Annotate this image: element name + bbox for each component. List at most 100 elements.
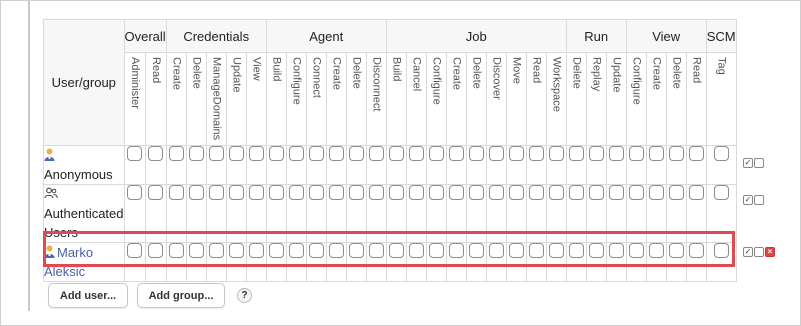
permission-checkbox[interactable]	[168, 185, 184, 200]
permission-checkbox[interactable]	[668, 243, 684, 258]
permission-checkbox[interactable]	[248, 185, 264, 200]
permission-checkbox[interactable]	[528, 185, 544, 200]
permission-checkbox[interactable]	[548, 243, 564, 258]
permission-checkbox[interactable]	[288, 243, 304, 258]
permission-checkbox[interactable]	[688, 243, 704, 258]
permission-checkbox[interactable]	[488, 185, 504, 200]
permission-checkbox[interactable]	[528, 243, 544, 258]
permission-checkbox[interactable]	[448, 146, 464, 161]
permission-checkbox[interactable]	[148, 243, 164, 258]
permission-checkbox[interactable]	[127, 146, 143, 161]
permission-checkbox[interactable]	[568, 243, 584, 258]
permission-checkbox[interactable]	[308, 243, 324, 258]
permission-checkbox[interactable]	[608, 185, 624, 200]
permission-checkbox[interactable]	[648, 185, 664, 200]
permission-checkbox[interactable]	[127, 243, 143, 258]
permission-checkbox[interactable]	[328, 243, 344, 258]
permission-checkbox[interactable]	[148, 146, 164, 161]
permission-checkbox[interactable]	[588, 185, 604, 200]
permission-checkbox[interactable]	[388, 185, 404, 200]
permission-checkbox[interactable]	[168, 243, 184, 258]
permission-checkbox[interactable]	[228, 146, 244, 161]
permission-checkbox[interactable]	[288, 185, 304, 200]
permission-checkbox[interactable]	[368, 146, 384, 161]
select-all-icon[interactable]: ✓	[743, 194, 753, 205]
permission-checkbox[interactable]	[628, 146, 644, 161]
permission-checkbox[interactable]	[588, 146, 604, 161]
permission-checkbox[interactable]	[288, 146, 304, 161]
delete-icon[interactable]: ×	[765, 246, 775, 257]
permission-checkbox[interactable]	[408, 185, 424, 200]
permission-checkbox[interactable]	[468, 243, 484, 258]
permission-checkbox[interactable]	[688, 146, 704, 161]
permission-checkbox[interactable]	[608, 146, 624, 161]
permission-checkbox[interactable]	[508, 146, 524, 161]
unselect-all-icon[interactable]	[754, 157, 764, 168]
permission-checkbox[interactable]	[328, 185, 344, 200]
permission-checkbox[interactable]	[248, 243, 264, 258]
permission-checkbox[interactable]	[388, 243, 404, 258]
permission-checkbox[interactable]	[348, 185, 364, 200]
permission-checkbox[interactable]	[208, 185, 224, 200]
unselect-all-icon[interactable]	[754, 246, 764, 257]
permission-checkbox[interactable]	[688, 185, 704, 200]
permission-checkbox[interactable]	[668, 185, 684, 200]
permission-checkbox[interactable]	[428, 146, 444, 161]
permission-checkbox[interactable]	[508, 185, 524, 200]
permission-checkbox[interactable]	[488, 146, 504, 161]
permission-checkbox[interactable]	[188, 243, 204, 258]
permission-checkbox[interactable]	[548, 146, 564, 161]
permission-checkbox[interactable]	[528, 146, 544, 161]
permission-checkbox[interactable]	[348, 146, 364, 161]
help-icon[interactable]: ?	[237, 288, 252, 303]
permission-checkbox[interactable]	[508, 243, 524, 258]
permission-checkbox[interactable]	[628, 243, 644, 258]
permission-checkbox[interactable]	[388, 146, 404, 161]
permission-checkbox[interactable]	[308, 185, 324, 200]
permission-checkbox[interactable]	[713, 146, 729, 161]
permission-checkbox[interactable]	[468, 146, 484, 161]
permission-checkbox[interactable]	[488, 243, 504, 258]
permission-checkbox[interactable]	[428, 243, 444, 258]
permission-checkbox[interactable]	[668, 146, 684, 161]
permission-checkbox[interactable]	[368, 185, 384, 200]
select-all-icon[interactable]: ✓	[743, 246, 753, 257]
permission-checkbox[interactable]	[228, 243, 244, 258]
permission-checkbox[interactable]	[228, 185, 244, 200]
permission-checkbox[interactable]	[248, 146, 264, 161]
permission-checkbox[interactable]	[448, 243, 464, 258]
permission-checkbox[interactable]	[628, 185, 644, 200]
permission-checkbox[interactable]	[268, 243, 284, 258]
permission-checkbox[interactable]	[268, 146, 284, 161]
permission-checkbox[interactable]	[148, 185, 164, 200]
permission-checkbox[interactable]	[548, 185, 564, 200]
permission-checkbox[interactable]	[188, 185, 204, 200]
permission-checkbox[interactable]	[648, 243, 664, 258]
permission-checkbox[interactable]	[208, 146, 224, 161]
permission-checkbox[interactable]	[268, 185, 284, 200]
add-user-button[interactable]: Add user...	[48, 283, 128, 308]
permission-checkbox[interactable]	[448, 185, 464, 200]
permission-checkbox[interactable]	[188, 146, 204, 161]
permission-checkbox[interactable]	[348, 243, 364, 258]
permission-checkbox[interactable]	[408, 146, 424, 161]
permission-checkbox[interactable]	[568, 146, 584, 161]
permission-checkbox[interactable]	[608, 243, 624, 258]
unselect-all-icon[interactable]	[754, 194, 764, 205]
permission-checkbox[interactable]	[713, 243, 729, 258]
permission-checkbox[interactable]	[328, 146, 344, 161]
permission-checkbox[interactable]	[648, 146, 664, 161]
permission-checkbox[interactable]	[468, 185, 484, 200]
permission-checkbox[interactable]	[368, 243, 384, 258]
permission-checkbox[interactable]	[308, 146, 324, 161]
permission-checkbox[interactable]	[588, 243, 604, 258]
select-all-icon[interactable]: ✓	[743, 157, 753, 168]
permission-checkbox[interactable]	[127, 185, 143, 200]
permission-checkbox[interactable]	[408, 243, 424, 258]
permission-checkbox[interactable]	[168, 146, 184, 161]
permission-checkbox[interactable]	[428, 185, 444, 200]
permission-checkbox[interactable]	[713, 185, 729, 200]
permission-checkbox[interactable]	[208, 243, 224, 258]
add-group-button[interactable]: Add group...	[137, 283, 225, 308]
permission-checkbox[interactable]	[568, 185, 584, 200]
